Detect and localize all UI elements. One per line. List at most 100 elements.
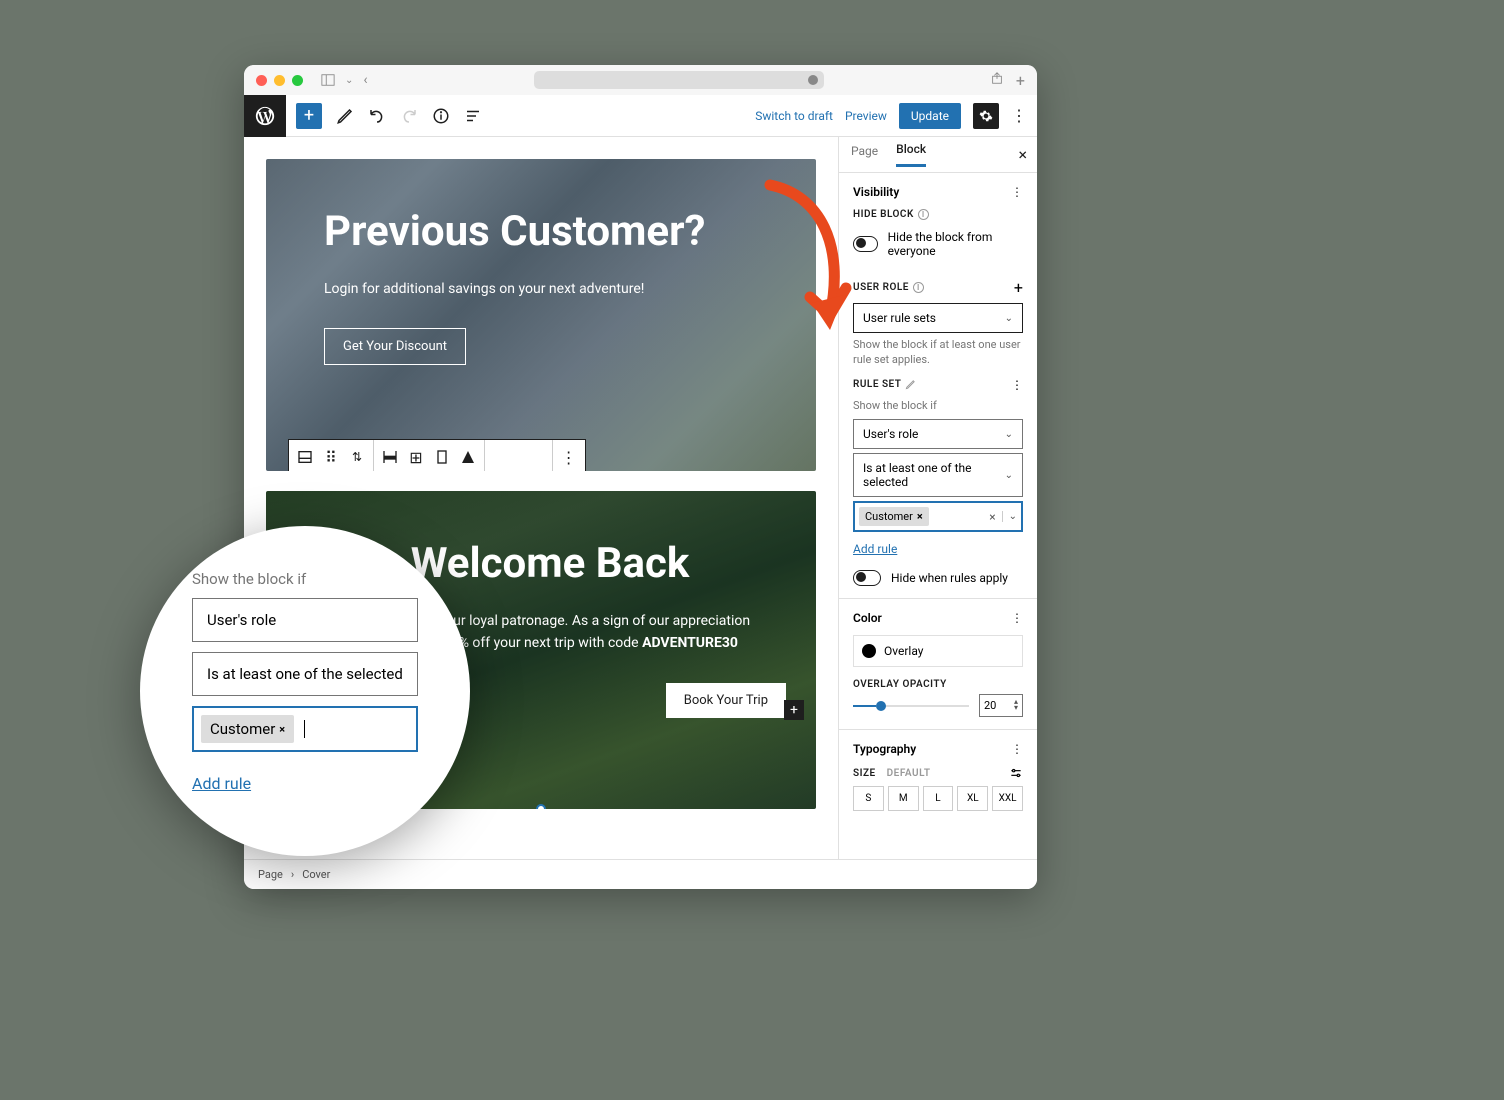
tab-page[interactable]: Page xyxy=(851,144,878,166)
window-maximize-icon[interactable] xyxy=(292,75,303,86)
settings-gear-icon[interactable] xyxy=(973,103,999,129)
color-swatch-icon xyxy=(862,644,876,658)
opacity-label: OVERLAY OPACITY xyxy=(853,679,1023,690)
user-role-label: USER ROLE i xyxy=(853,282,924,293)
role-select[interactable]: User's role ⌄ xyxy=(853,419,1023,449)
breadcrumb-cover[interactable]: Cover xyxy=(302,868,330,881)
align-icon[interactable] xyxy=(380,447,400,467)
hide-block-label: HIDE BLOCK i xyxy=(853,209,1023,220)
size-m-button[interactable]: M xyxy=(888,786,919,811)
hide-when-toggle[interactable] xyxy=(853,570,881,586)
close-icon[interactable]: × xyxy=(1018,145,1027,164)
info-icon[interactable] xyxy=(432,107,450,125)
duotone-icon[interactable] xyxy=(458,447,478,467)
add-rule-link[interactable]: Add rule xyxy=(192,774,251,793)
block-toolbar: ⠿ ⇅ ⊞ Replace ⋮ xyxy=(288,439,586,471)
more-icon[interactable]: ⋮ xyxy=(1011,378,1023,392)
size-xl-button[interactable]: XL xyxy=(957,786,988,811)
custom-size-icon[interactable] xyxy=(1009,766,1023,780)
condition-select[interactable]: Is at least one of the selected ⌄ xyxy=(853,453,1023,497)
content-position-icon[interactable]: ⊞ xyxy=(406,447,426,467)
size-xxl-button[interactable]: XXL xyxy=(992,786,1023,811)
opacity-input[interactable]: 20 ▴▾ xyxy=(979,694,1023,717)
drag-icon[interactable]: ⠿ xyxy=(321,447,341,467)
cover-block-icon[interactable] xyxy=(295,447,315,467)
settings-sidebar: Page Block × Visibility ⋮ HIDE BLOCK i H… xyxy=(838,137,1037,859)
tab-block[interactable]: Block xyxy=(896,142,926,167)
show-if-label: Show the block if xyxy=(192,570,418,588)
cover-body[interactable]: Login for additional savings on your nex… xyxy=(324,278,754,300)
stepper-icon[interactable]: ▴▾ xyxy=(1014,699,1018,712)
add-icon[interactable]: + xyxy=(1014,278,1023,297)
move-icon[interactable]: ⇅ xyxy=(347,447,367,467)
help-text: Show the block if at least one user rule… xyxy=(853,337,1023,368)
chevron-down-icon[interactable]: ⌄ xyxy=(345,75,353,86)
typography-panel: Typography ⋮ SIZE DEFAULT S M L XL XXL xyxy=(839,730,1037,823)
cover-cta-button[interactable]: Book Your Trip xyxy=(666,683,786,718)
share-icon[interactable] xyxy=(990,71,1004,85)
browser-titlebar: ⌄ ‹ + xyxy=(244,65,1037,95)
panel-title: Visibility xyxy=(853,185,899,199)
redo-icon[interactable] xyxy=(400,107,418,125)
hide-everyone-toggle[interactable] xyxy=(853,236,878,252)
breadcrumb-page[interactable]: Page xyxy=(258,868,283,881)
toggle-label: Hide the block from everyone xyxy=(888,230,1023,258)
rule-set-label: RULE SET xyxy=(853,379,916,390)
more-icon[interactable]: ⋮ xyxy=(1011,742,1023,756)
remove-tag-icon[interactable]: × xyxy=(279,723,285,736)
back-icon[interactable]: ‹ xyxy=(363,72,367,88)
clear-icon[interactable]: × xyxy=(989,510,995,524)
remove-tag-icon[interactable]: × xyxy=(917,510,923,523)
more-icon[interactable]: ⋮ xyxy=(1011,106,1027,125)
chevron-down-icon: ⌄ xyxy=(1005,470,1013,481)
update-button[interactable]: Update xyxy=(899,103,961,129)
cover-title[interactable]: Previous Customer? xyxy=(324,207,758,256)
chevron-down-icon[interactable]: ⌄ xyxy=(1002,511,1017,522)
more-icon[interactable]: ⋮ xyxy=(559,447,579,467)
visibility-panel: Visibility ⋮ HIDE BLOCK i Hide the block… xyxy=(839,173,1037,599)
edit-icon[interactable] xyxy=(336,107,354,125)
toggle-label: Hide when rules apply xyxy=(891,571,1008,585)
more-icon[interactable]: ⋮ xyxy=(1011,185,1023,199)
panel-title: Color xyxy=(853,611,882,625)
tag-customer[interactable]: Customer × xyxy=(859,507,929,526)
switch-to-draft-link[interactable]: Switch to draft xyxy=(755,109,833,123)
replace-button[interactable]: Replace xyxy=(491,450,546,464)
text-cursor-icon xyxy=(304,720,305,738)
cover-cta-button[interactable]: Get Your Discount xyxy=(324,328,466,365)
panel-title: Typography xyxy=(853,742,916,756)
sidebar-toggle-icon[interactable] xyxy=(321,73,335,87)
chevron-down-icon: ⌄ xyxy=(1005,429,1013,440)
fullheight-icon[interactable] xyxy=(432,447,452,467)
window-minimize-icon[interactable] xyxy=(274,75,285,86)
add-rule-link[interactable]: Add rule xyxy=(853,542,897,556)
undo-icon[interactable] xyxy=(368,107,386,125)
resize-handle-icon[interactable] xyxy=(536,804,546,809)
add-block-icon[interactable]: + xyxy=(784,700,804,720)
window-close-icon[interactable] xyxy=(256,75,267,86)
outline-icon[interactable] xyxy=(464,107,482,125)
role-tag-input[interactable]: Customer × × ⌄ xyxy=(853,501,1023,532)
tag-customer[interactable]: Customer × xyxy=(201,715,294,743)
info-icon[interactable]: i xyxy=(918,209,929,220)
role-select[interactable]: User's role xyxy=(192,598,418,642)
wordpress-logo-icon[interactable] xyxy=(244,95,286,137)
role-tag-input[interactable]: Customer × xyxy=(192,706,418,752)
edit-icon[interactable] xyxy=(905,379,916,390)
opacity-slider[interactable] xyxy=(853,705,969,707)
info-icon[interactable]: i xyxy=(913,282,924,293)
preview-link[interactable]: Preview xyxy=(845,109,887,123)
user-rule-sets-select[interactable]: User rule sets ⌄ xyxy=(853,303,1023,333)
url-bar[interactable] xyxy=(534,71,824,89)
add-block-button[interactable]: + xyxy=(296,103,322,129)
editor-header: + Switch to draft Preview Update ⋮ xyxy=(244,95,1037,137)
more-icon[interactable]: ⋮ xyxy=(1011,611,1023,625)
cover-block-1[interactable]: Previous Customer? Login for additional … xyxy=(266,159,816,471)
size-l-button[interactable]: L xyxy=(923,786,954,811)
show-if-label: Show the block if xyxy=(853,398,1023,413)
chevron-right-icon: › xyxy=(291,868,294,881)
size-s-button[interactable]: S xyxy=(853,786,884,811)
condition-select[interactable]: Is at least one of the selected xyxy=(192,652,418,696)
overlay-color-button[interactable]: Overlay xyxy=(853,635,1023,667)
new-tab-icon[interactable]: + xyxy=(1016,71,1025,90)
